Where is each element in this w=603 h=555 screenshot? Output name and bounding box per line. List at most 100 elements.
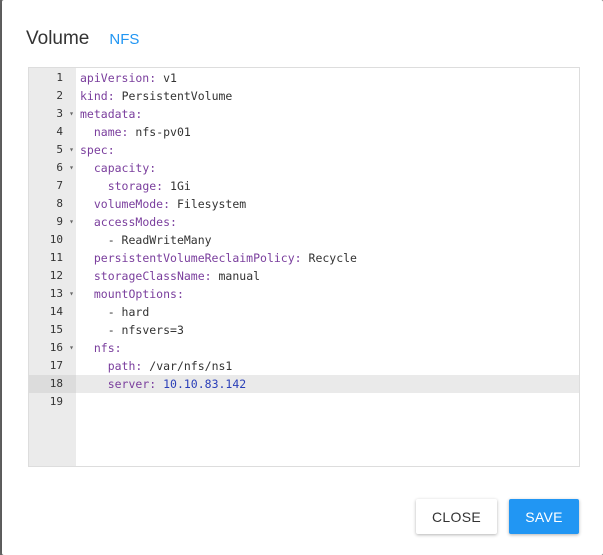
editor-lines[interactable]: 1 apiVersion: v1 2 kind: PersistentVolume 3 ▾… bbox=[29, 68, 579, 411]
yaml-key: path: bbox=[107, 359, 143, 373]
line-number: 10 bbox=[49, 233, 63, 246]
fold-toggle-icon[interactable]: ▾ bbox=[67, 213, 76, 231]
yaml-value: 10.10.83.142 bbox=[163, 377, 247, 391]
yaml-key: spec: bbox=[80, 143, 115, 157]
code-line[interactable]: 18 server: 10.10.83.142 bbox=[29, 375, 579, 393]
code-text: apiVersion: v1 bbox=[80, 69, 177, 87]
yaml-key: persistentVolumeReclaimPolicy: bbox=[93, 251, 302, 265]
code-line[interactable]: 2 kind: PersistentVolume bbox=[29, 87, 579, 105]
code-line[interactable]: 9 ▾ accessModes: bbox=[29, 213, 579, 231]
code-text: nfs: bbox=[80, 339, 122, 357]
code-line[interactable]: 5 ▾ spec: bbox=[29, 141, 579, 159]
code-text: persistentVolumeReclaimPolicy: Recycle bbox=[80, 249, 357, 267]
code-text: metadata: bbox=[80, 105, 142, 123]
code-line[interactable]: 14 - hard bbox=[29, 303, 579, 321]
code-line[interactable]: 8 volumeMode: Filesystem bbox=[29, 195, 579, 213]
code-text: - nfsvers=3 bbox=[80, 321, 184, 339]
dialog-header: Volume NFS bbox=[26, 28, 139, 50]
line-number: 7 bbox=[56, 179, 63, 192]
code-text: - ReadWriteMany bbox=[80, 231, 212, 249]
fold-toggle-icon[interactable]: ▾ bbox=[67, 339, 76, 357]
yaml-value: - hard bbox=[107, 305, 150, 319]
yaml-key: name: bbox=[93, 125, 129, 139]
code-text: volumeMode: Filesystem bbox=[80, 195, 246, 213]
dialog-title: Volume bbox=[26, 28, 90, 49]
yaml-value: nfs-pv01 bbox=[135, 125, 191, 139]
code-text: - hard bbox=[80, 303, 150, 321]
yaml-key: capacity: bbox=[93, 161, 157, 175]
code-line[interactable]: 19 bbox=[29, 393, 579, 411]
yaml-key: apiVersion: bbox=[80, 71, 157, 85]
dialog-actions: CLOSE SAVE bbox=[416, 499, 579, 534]
line-number: 15 bbox=[49, 323, 63, 336]
volume-dialog: Volume NFS 1 apiVersion: v1 2 kind: Persist… bbox=[2, 0, 603, 555]
code-text: mountOptions: bbox=[80, 285, 184, 303]
yaml-value: Filesystem bbox=[176, 197, 247, 211]
yaml-key: metadata: bbox=[80, 107, 143, 121]
yaml-code-editor[interactable]: 1 apiVersion: v1 2 kind: PersistentVolume 3 ▾… bbox=[28, 67, 580, 467]
code-text: storage: 1Gi bbox=[80, 177, 191, 195]
line-number: 11 bbox=[49, 251, 63, 264]
yaml-value: - ReadWriteMany bbox=[107, 233, 212, 247]
save-button[interactable]: SAVE bbox=[509, 499, 579, 534]
code-text: storageClassName: manual bbox=[80, 267, 260, 285]
yaml-value: manual bbox=[218, 269, 261, 283]
yaml-key: server: bbox=[107, 377, 157, 391]
dialog-subtitle: NFS bbox=[109, 31, 140, 48]
yaml-value: 1Gi bbox=[170, 179, 191, 193]
line-number: 8 bbox=[56, 197, 63, 210]
yaml-value: Recycle bbox=[308, 251, 357, 265]
code-line[interactable]: 12 storageClassName: manual bbox=[29, 267, 579, 285]
code-line[interactable]: 6 ▾ capacity: bbox=[29, 159, 579, 177]
fold-toggle-icon[interactable]: ▾ bbox=[67, 159, 76, 177]
code-line[interactable]: 16 ▾ nfs: bbox=[29, 339, 579, 357]
line-number: 14 bbox=[49, 305, 63, 318]
line-number: 4 bbox=[56, 125, 63, 138]
yaml-value: /var/nfs/ns1 bbox=[149, 359, 233, 373]
code-line[interactable]: 4 name: nfs-pv01 bbox=[29, 123, 579, 141]
yaml-value: - nfsvers=3 bbox=[107, 323, 184, 337]
code-text: name: nfs-pv01 bbox=[80, 123, 191, 141]
yaml-key: storageClassName: bbox=[93, 269, 212, 283]
code-line[interactable]: 7 storage: 1Gi bbox=[29, 177, 579, 195]
line-number: 2 bbox=[56, 89, 63, 102]
code-line[interactable]: 15 - nfsvers=3 bbox=[29, 321, 579, 339]
close-button[interactable]: CLOSE bbox=[416, 499, 497, 534]
fold-toggle-icon[interactable]: ▾ bbox=[67, 285, 76, 303]
code-text: server: 10.10.83.142 bbox=[80, 375, 247, 393]
code-text: capacity: bbox=[80, 159, 156, 177]
code-line[interactable]: 17 path: /var/nfs/ns1 bbox=[29, 357, 579, 375]
yaml-key: nfs: bbox=[93, 341, 122, 355]
yaml-key: accessModes: bbox=[93, 215, 177, 229]
code-line[interactable]: 10 - ReadWriteMany bbox=[29, 231, 579, 249]
fold-toggle-icon[interactable]: ▾ bbox=[67, 141, 76, 159]
code-text: accessModes: bbox=[80, 213, 177, 231]
line-number: 19 bbox=[49, 395, 63, 408]
code-line[interactable]: 1 apiVersion: v1 bbox=[29, 69, 579, 87]
line-number: 1 bbox=[56, 71, 63, 84]
code-line[interactable]: 11 persistentVolumeReclaimPolicy: Recycl… bbox=[29, 249, 579, 267]
code-line[interactable]: 3 ▾ metadata: bbox=[29, 105, 579, 123]
yaml-key: storage: bbox=[107, 179, 164, 193]
code-text: path: /var/nfs/ns1 bbox=[80, 357, 233, 375]
code-line[interactable]: 13 ▾ mountOptions: bbox=[29, 285, 579, 303]
line-number: 12 bbox=[49, 269, 63, 282]
yaml-key: kind: bbox=[80, 89, 115, 103]
code-text: spec: bbox=[80, 141, 115, 159]
fold-toggle-icon[interactable]: ▾ bbox=[67, 105, 76, 123]
line-number: 18 bbox=[29, 375, 76, 393]
